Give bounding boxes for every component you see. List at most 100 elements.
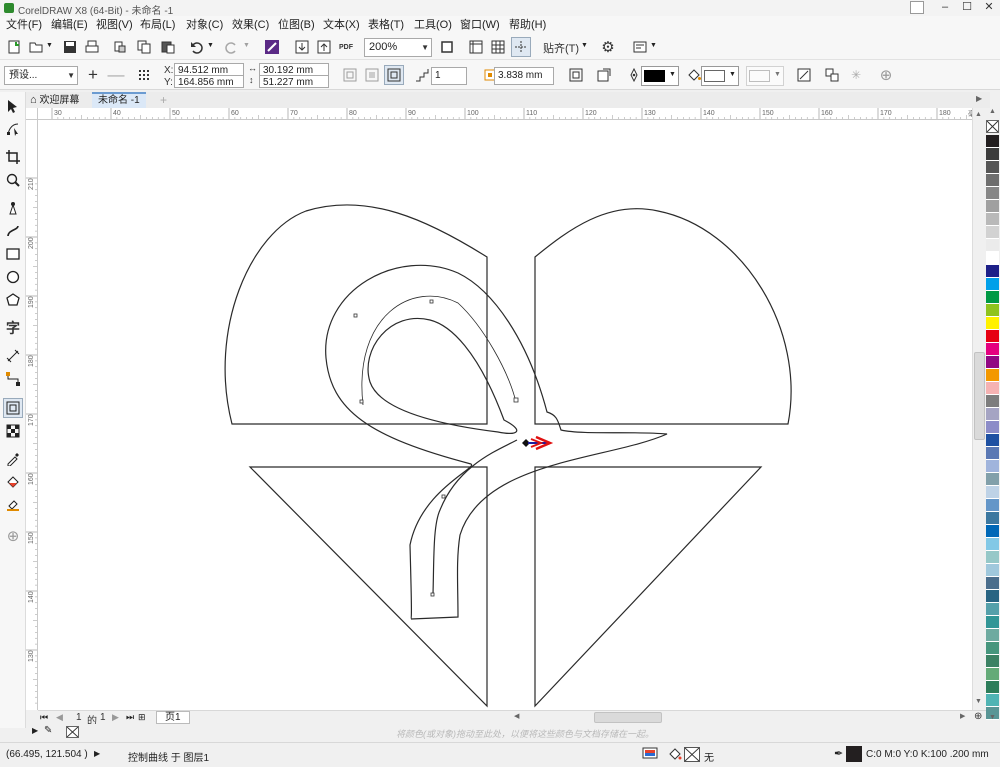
palette-swatch[interactable] (986, 668, 999, 681)
palette-swatch[interactable] (986, 486, 999, 499)
accel-color-picker[interactable]: ▼ (746, 66, 784, 86)
preset-select[interactable]: 预设... ▼ (4, 66, 78, 85)
palette-swatch[interactable] (986, 213, 999, 226)
palette-swatch[interactable] (986, 642, 999, 655)
fill-color-picker[interactable]: ▼ (701, 66, 739, 86)
undo-dropdown-icon[interactable]: ▼ (207, 42, 214, 49)
menu-window[interactable]: 窗口(W) (460, 17, 500, 33)
palette-swatch[interactable] (986, 317, 999, 330)
cut-icon[interactable] (110, 37, 130, 57)
open-icon[interactable] (26, 37, 46, 57)
palette-swatch[interactable] (986, 135, 999, 148)
tab-active-document[interactable]: 未命名 -1 (92, 92, 146, 108)
quick-customize-icon[interactable]: ⊕ (876, 65, 896, 85)
smart-fill-tool-icon[interactable] (3, 495, 23, 515)
palette-swatch[interactable] (986, 590, 999, 603)
parallel-dimension-tool-icon[interactable] (3, 346, 23, 366)
restore-button[interactable]: ☐ (956, 0, 978, 16)
palette-swatch[interactable] (986, 226, 999, 239)
palette-swatch[interactable] (986, 408, 999, 421)
zoom-level-select[interactable]: 200% ▼ (364, 38, 432, 57)
open-dropdown-icon[interactable]: ▼ (46, 42, 53, 49)
palette-swatch[interactable] (986, 629, 999, 642)
interactive-fill-tool-icon[interactable] (3, 472, 23, 492)
palette-swatch[interactable] (986, 499, 999, 512)
full-screen-icon[interactable] (437, 37, 457, 57)
palette-swatch[interactable] (986, 447, 999, 460)
clear-contour-icon[interactable]: ✳ (846, 65, 866, 85)
vertical-scrollbar[interactable]: ▲ ▼ (972, 108, 986, 710)
document-palette-arrow-icon[interactable]: ▶ (32, 726, 38, 735)
artistic-media-tool-icon[interactable] (3, 221, 23, 241)
palette-swatch[interactable] (986, 200, 999, 213)
rectangle-tool-icon[interactable] (3, 244, 23, 264)
undo-icon[interactable] (186, 37, 206, 57)
last-page-icon[interactable]: ⏭ (126, 712, 134, 723)
palette-swatch[interactable] (986, 538, 999, 551)
first-page-icon[interactable]: ⏮ (40, 712, 48, 723)
menu-layout[interactable]: 布局(L) (140, 17, 175, 33)
menu-help[interactable]: 帮助(H) (509, 17, 546, 33)
scroll-up-icon[interactable]: ▲ (975, 111, 982, 118)
palette-swatch[interactable] (986, 694, 999, 707)
tab-welcome-screen[interactable]: ⌂ 欢迎屏幕 (26, 92, 85, 108)
palette-swatch[interactable] (986, 304, 999, 317)
export-icon[interactable] (314, 37, 334, 57)
palette-swatch[interactable] (986, 278, 999, 291)
minimize-button[interactable]: – (934, 0, 956, 16)
close-button[interactable]: ✕ (978, 0, 1000, 16)
status-expand-arrow-icon[interactable]: ▶ (94, 749, 100, 758)
prev-page-icon[interactable]: ◀ (56, 712, 63, 723)
menu-effects[interactable]: 效果(C) (232, 17, 269, 33)
launcher-dropdown-icon[interactable]: ▼ (650, 42, 657, 49)
scroll-right-icon[interactable]: ▶ (960, 712, 965, 720)
crop-tool-icon[interactable] (3, 147, 23, 167)
palette-swatch[interactable] (986, 473, 999, 486)
ruler-origin[interactable] (26, 108, 38, 120)
palette-swatch[interactable] (986, 239, 999, 252)
print-icon[interactable] (82, 37, 102, 57)
horizontal-ruler[interactable]: 30 40 50 60 70 80 90 100 110 120 130 140 150 160 170 18… (38, 108, 986, 120)
palette-scroll-down-icon[interactable]: ▼ (986, 714, 999, 721)
palette-swatch[interactable] (986, 421, 999, 434)
vertical-ruler[interactable]: 210 200 190 180 170 160 150 140 130 (26, 120, 38, 710)
height-field[interactable]: 51.227 mm (259, 75, 329, 88)
scroll-down-icon[interactable]: ▼ (975, 698, 982, 705)
palette-swatch[interactable] (986, 395, 999, 408)
freehand-tool-icon[interactable] (3, 198, 23, 218)
y-position-field[interactable]: 164.856 mm (174, 75, 244, 88)
menu-bitmaps[interactable]: 位图(B) (278, 17, 315, 33)
document-palette-none-swatch[interactable] (66, 726, 79, 738)
eyedropper-tool-icon[interactable] (3, 449, 23, 469)
document-palette-eyedropper-icon[interactable]: ✎ (44, 725, 52, 736)
menu-object[interactable]: 对象(C) (186, 17, 223, 33)
palette-swatch[interactable] (986, 174, 999, 187)
palette-swatch[interactable] (986, 356, 999, 369)
palette-swatch[interactable] (986, 616, 999, 629)
show-guidelines-icon[interactable] (511, 37, 531, 57)
palette-swatch[interactable] (986, 252, 999, 265)
contour-color-direction-icon[interactable] (594, 65, 614, 85)
tab-scroll-arrow-icon[interactable]: ▶ (976, 94, 982, 103)
remove-preset-icon[interactable]: — (106, 65, 126, 85)
gear-icon[interactable]: ⚙ (598, 37, 618, 57)
import-icon[interactable] (292, 37, 312, 57)
redo-dropdown-icon[interactable]: ▼ (243, 42, 250, 49)
contour-center-icon[interactable] (340, 65, 360, 85)
publish-pdf-icon[interactable]: PDF (336, 37, 356, 57)
palette-swatch[interactable] (986, 603, 999, 616)
contour-corners-icon[interactable] (566, 65, 586, 85)
app-launcher-icon[interactable] (630, 37, 650, 57)
palette-swatch[interactable] (986, 564, 999, 577)
polygon-tool-icon[interactable] (3, 290, 23, 310)
next-page-icon[interactable]: ▶ (112, 712, 119, 723)
search-content-icon[interactable] (262, 37, 282, 57)
palette-swatch[interactable] (986, 681, 999, 694)
outline-color-picker[interactable]: ▼ (641, 66, 679, 86)
copy-icon[interactable] (134, 37, 154, 57)
add-page-icon[interactable]: ⊞ (138, 712, 146, 723)
show-rulers-icon[interactable] (466, 37, 486, 57)
palette-swatch[interactable] (986, 330, 999, 343)
horizontal-scroll-thumb[interactable] (594, 712, 662, 723)
redo-icon[interactable] (222, 37, 242, 57)
